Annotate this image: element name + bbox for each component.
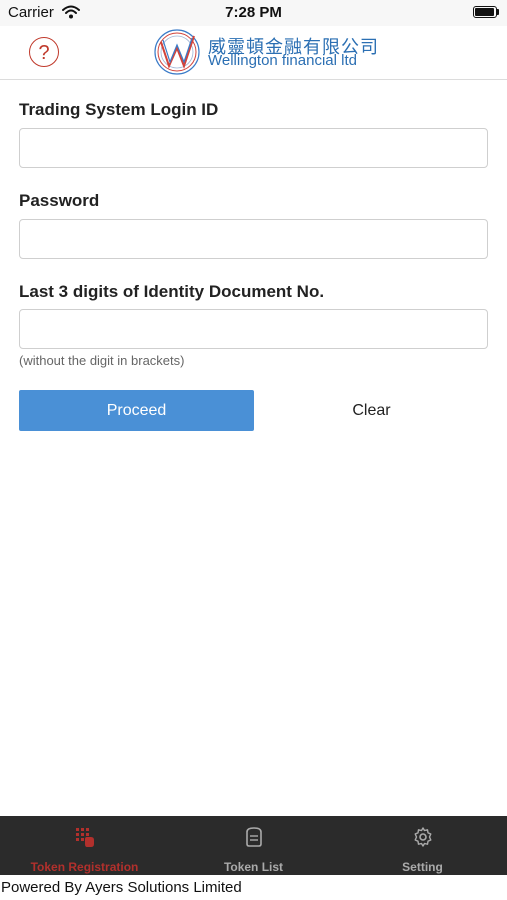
password-label: Password: [19, 191, 100, 210]
token-device-icon: [244, 826, 264, 853]
battery-icon: [473, 6, 499, 18]
id-digits-hint: (without the digit in brackets): [19, 353, 185, 368]
help-button[interactable]: ?: [29, 37, 59, 67]
powered-by-text: Powered By Ayers Solutions Limited: [1, 879, 242, 896]
app-header: ? 威靈頓金融有限公司 Wellington financial ltd: [0, 26, 507, 80]
proceed-button[interactable]: Proceed: [19, 390, 254, 431]
question-circle-icon: ?: [38, 42, 50, 64]
password-input[interactable]: [19, 219, 488, 259]
tab-setting[interactable]: Setting: [338, 816, 507, 875]
tab-label-setting: Setting: [402, 860, 443, 874]
tab-label-token-registration: Token Registration: [30, 860, 139, 874]
id-digits-label: Last 3 digits of Identity Document No.: [19, 282, 325, 301]
status-time: 7:28 PM: [225, 4, 282, 21]
clear-button[interactable]: Clear: [254, 390, 489, 431]
id-digits-input[interactable]: [19, 309, 488, 349]
gear-icon: [412, 826, 434, 853]
login-id-label: Trading System Login ID: [19, 100, 219, 119]
footer: Powered By Ayers Solutions Limited: [0, 875, 507, 900]
grid-hand-icon: [74, 826, 96, 853]
tab-token-registration[interactable]: Token Registration: [0, 816, 169, 875]
login-id-input[interactable]: [19, 128, 488, 168]
brand-name-english: Wellington financial ltd: [208, 52, 357, 69]
wellington-logo-icon: [153, 28, 201, 76]
tab-token-list[interactable]: Token List: [169, 816, 338, 875]
tab-bar: Token Registration Token List Setting: [0, 816, 507, 875]
tab-label-token-list: Token List: [223, 860, 284, 874]
status-bar: Carrier 7:28 PM: [0, 0, 507, 26]
